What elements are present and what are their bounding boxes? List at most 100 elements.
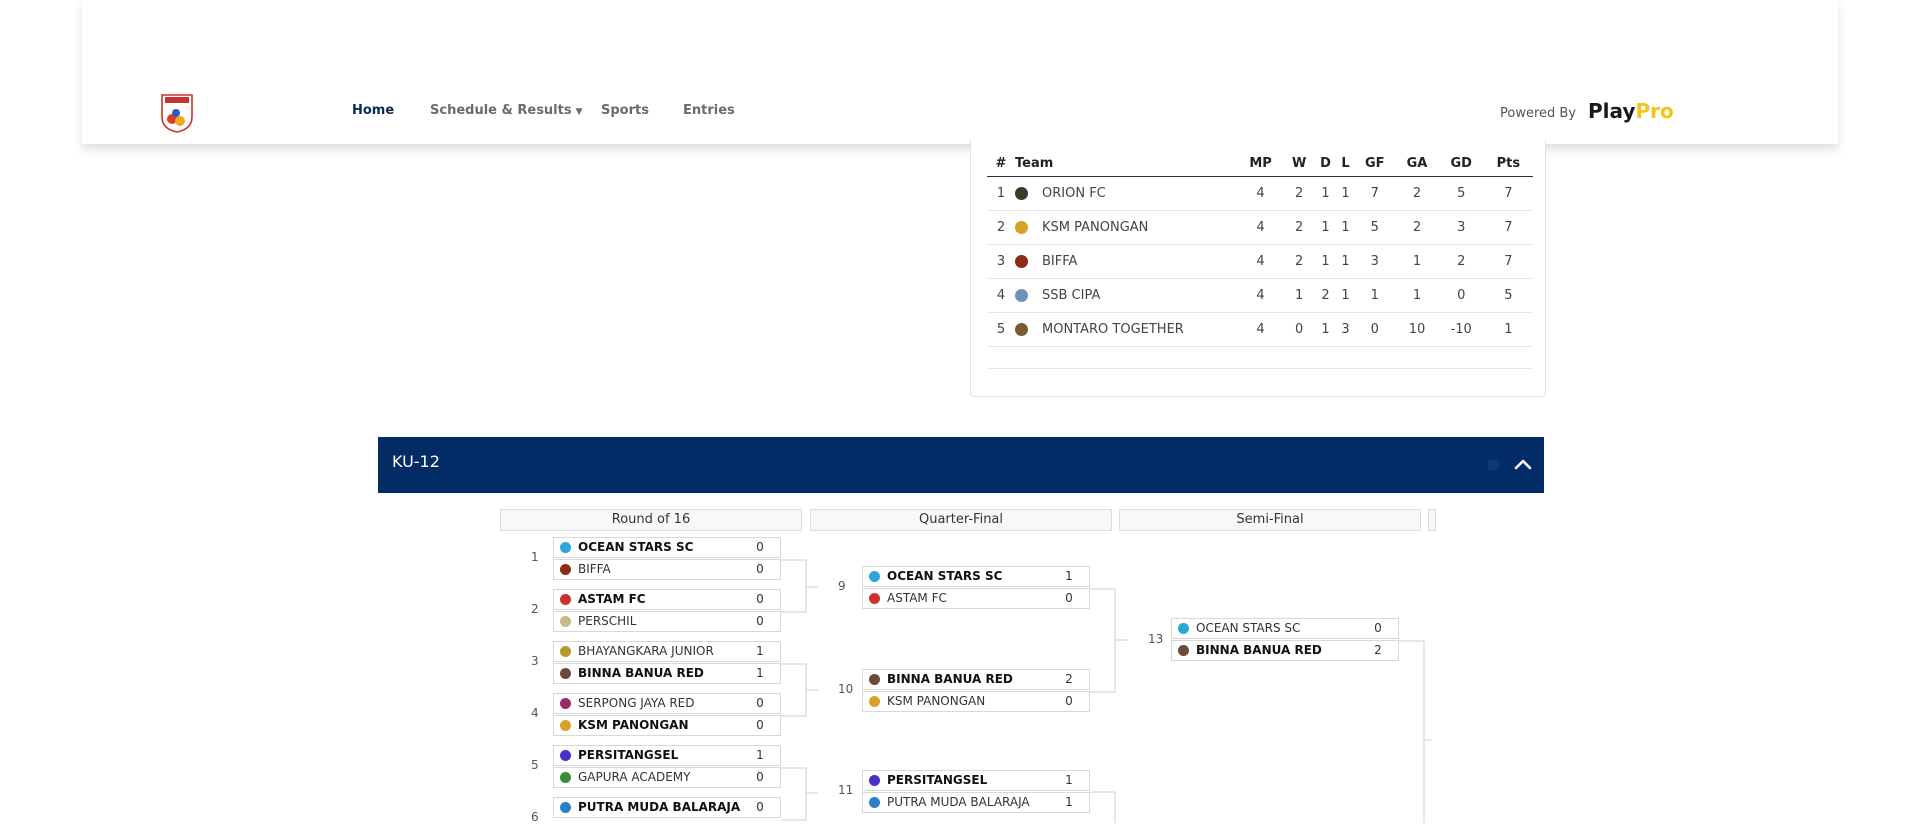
bracket-team-slot[interactable]: OCEAN STARS SC 0 xyxy=(1171,618,1399,639)
team-name: KSM PANONGAN xyxy=(1042,220,1149,235)
bracket-team-slot[interactable]: PUTRA MUDA BALARAJA 1 xyxy=(862,792,1090,813)
team-badge-icon xyxy=(560,772,571,783)
col-pts: Pts xyxy=(1483,150,1533,177)
bracket-team-slot[interactable]: PERSCHIL 0 xyxy=(553,611,781,632)
stat-gf: 5 xyxy=(1354,210,1396,245)
stat-d: 1 xyxy=(1314,312,1337,347)
slot-team-name: PERSITANGSEL xyxy=(578,748,679,762)
chevron-up-icon[interactable] xyxy=(1512,453,1534,475)
slot-score: 0 xyxy=(1065,591,1073,605)
connector-line xyxy=(1090,791,1116,823)
slot-team-name: BINNA BANUA RED xyxy=(887,672,1013,686)
bracket-team-slot[interactable]: OCEAN STARS SC 0 xyxy=(553,537,781,558)
stat-mp: 4 xyxy=(1237,312,1285,347)
stat-d: 1 xyxy=(1314,176,1337,211)
bracket-team-slot[interactable]: BIFFA 0 xyxy=(553,559,781,580)
standings-table: # Team MP W D L GF GA GD Pts 1 ORION FC 4 2… xyxy=(987,150,1533,347)
standings-row[interactable]: 3 BIFFA 4 2 1 1 3 1 2 7 xyxy=(987,244,1533,279)
stat-mp: 4 xyxy=(1237,176,1285,211)
stat-pts: 1 xyxy=(1483,312,1533,347)
slot-team-name: BINNA BANUA RED xyxy=(578,666,704,680)
stat-ga: 2 xyxy=(1395,210,1439,245)
team-name: MONTARO TOGETHER xyxy=(1042,322,1184,337)
nav-sports[interactable]: Sports xyxy=(601,103,649,118)
slot-score: 0 xyxy=(756,540,764,554)
stat-d: 1 xyxy=(1314,210,1337,245)
stat-gf: 7 xyxy=(1354,176,1396,211)
stat-ga: 10 xyxy=(1395,312,1439,347)
stat-l: 1 xyxy=(1336,210,1355,245)
stat-gd: 3 xyxy=(1438,210,1484,245)
bracket-team-slot[interactable]: ASTAM FC 0 xyxy=(553,589,781,610)
slot-score: 2 xyxy=(1065,672,1073,686)
stat-l: 3 xyxy=(1336,312,1355,347)
slot-score: 1 xyxy=(756,666,764,680)
section-title: KU-12 xyxy=(392,452,440,471)
bracket-team-slot[interactable]: BINNA BANUA RED 1 xyxy=(553,663,781,684)
slot-team-name: GAPURA ACADEMY xyxy=(578,770,691,784)
team-badge-icon xyxy=(560,698,571,709)
team-badge-icon xyxy=(869,674,880,685)
team-badge-icon xyxy=(869,696,880,707)
stat-gd: 0 xyxy=(1438,278,1484,313)
match-number: 5 xyxy=(531,758,539,772)
slot-team-name: KSM PANONGAN xyxy=(887,694,986,708)
bracket-team-slot[interactable]: BINNA BANUA RED 2 xyxy=(1171,640,1399,661)
slot-score: 0 xyxy=(1065,694,1073,708)
slot-score: 0 xyxy=(756,718,764,732)
round-header-r16: Round of 16 xyxy=(500,509,802,531)
slot-score: 0 xyxy=(756,770,764,784)
bracket-team-slot[interactable]: OCEAN STARS SC 1 xyxy=(862,566,1090,587)
team-logo-icon xyxy=(1015,323,1028,336)
slot-team-name: PUTRA MUDA BALARAJA xyxy=(578,800,741,814)
bracket-team-slot[interactable]: KSM PANONGAN 0 xyxy=(862,691,1090,712)
connector-line xyxy=(781,767,807,821)
team-badge-icon xyxy=(560,802,571,813)
slot-score: 1 xyxy=(756,644,764,658)
team-cell[interactable]: BIFFA xyxy=(1015,244,1237,279)
team-badge-icon xyxy=(560,616,571,627)
slot-team-name: BINNA BANUA RED xyxy=(1196,643,1322,657)
stat-pts: 7 xyxy=(1483,244,1533,279)
stat-w: 2 xyxy=(1284,210,1315,245)
standings-header-row: # Team MP W D L GF GA GD Pts xyxy=(987,150,1533,177)
slot-score: 1 xyxy=(1065,569,1073,583)
col-d: D xyxy=(1314,150,1337,177)
stat-pts: 5 xyxy=(1483,278,1533,313)
bracket-team-slot[interactable]: ASTAM FC 0 xyxy=(862,588,1090,609)
bracket-team-slot[interactable]: GAPURA ACADEMY 0 xyxy=(553,767,781,788)
team-cell[interactable]: SSB CIPA xyxy=(1015,278,1237,313)
bracket-team-slot[interactable]: KSM PANONGAN 0 xyxy=(553,715,781,736)
bracket-team-slot[interactable]: PERSITANGSEL 1 xyxy=(862,770,1090,791)
bracket-team-slot[interactable]: BHAYANGKARA JUNIOR 1 xyxy=(553,641,781,662)
team-cell[interactable]: KSM PANONGAN xyxy=(1015,210,1237,245)
stat-w: 2 xyxy=(1284,244,1315,279)
stat-pts: 7 xyxy=(1483,210,1533,245)
match-number: 10 xyxy=(838,682,854,696)
team-cell[interactable]: ORION FC xyxy=(1015,176,1237,211)
slot-team-name: PERSITANGSEL xyxy=(887,773,988,787)
standings-row[interactable]: 4 SSB CIPA 4 1 2 1 1 1 0 5 xyxy=(987,278,1533,313)
site-logo[interactable] xyxy=(160,93,194,133)
bracket-team-slot[interactable]: BINNA BANUA RED 2 xyxy=(862,669,1090,690)
col-team: Team xyxy=(1015,150,1237,177)
ku12-section-header[interactable]: KU-12 xyxy=(378,437,1544,493)
standings-row[interactable]: 5 MONTARO TOGETHER 4 0 1 3 0 10 -10 1 xyxy=(987,312,1533,347)
standings-row[interactable]: 1 ORION FC 4 2 1 1 7 2 5 7 xyxy=(987,176,1533,211)
team-badge-icon xyxy=(560,720,571,731)
bracket-team-slot[interactable]: PERSITANGSEL 1 xyxy=(553,745,781,766)
nav-entries-label: Entries xyxy=(683,103,735,118)
slot-team-name: PERSCHIL xyxy=(578,614,637,628)
match-number: 1 xyxy=(531,550,539,564)
nav-schedule-results[interactable]: Schedule & Results ▼ xyxy=(430,103,583,118)
team-badge-icon xyxy=(869,775,880,786)
stat-gf: 0 xyxy=(1354,312,1396,347)
nav-home[interactable]: Home xyxy=(352,103,394,118)
rank-cell: 5 xyxy=(987,312,1015,347)
nav-entries[interactable]: Entries xyxy=(683,103,735,118)
playpro-brand[interactable]: PlayPro xyxy=(1588,99,1674,123)
team-cell[interactable]: MONTARO TOGETHER xyxy=(1015,312,1237,347)
bracket-team-slot[interactable]: SERPONG JAYA RED 0 xyxy=(553,693,781,714)
standings-row[interactable]: 2 KSM PANONGAN 4 2 1 1 5 2 3 7 xyxy=(987,210,1533,245)
bracket-team-slot[interactable]: PUTRA MUDA BALARAJA 0 xyxy=(553,797,781,818)
